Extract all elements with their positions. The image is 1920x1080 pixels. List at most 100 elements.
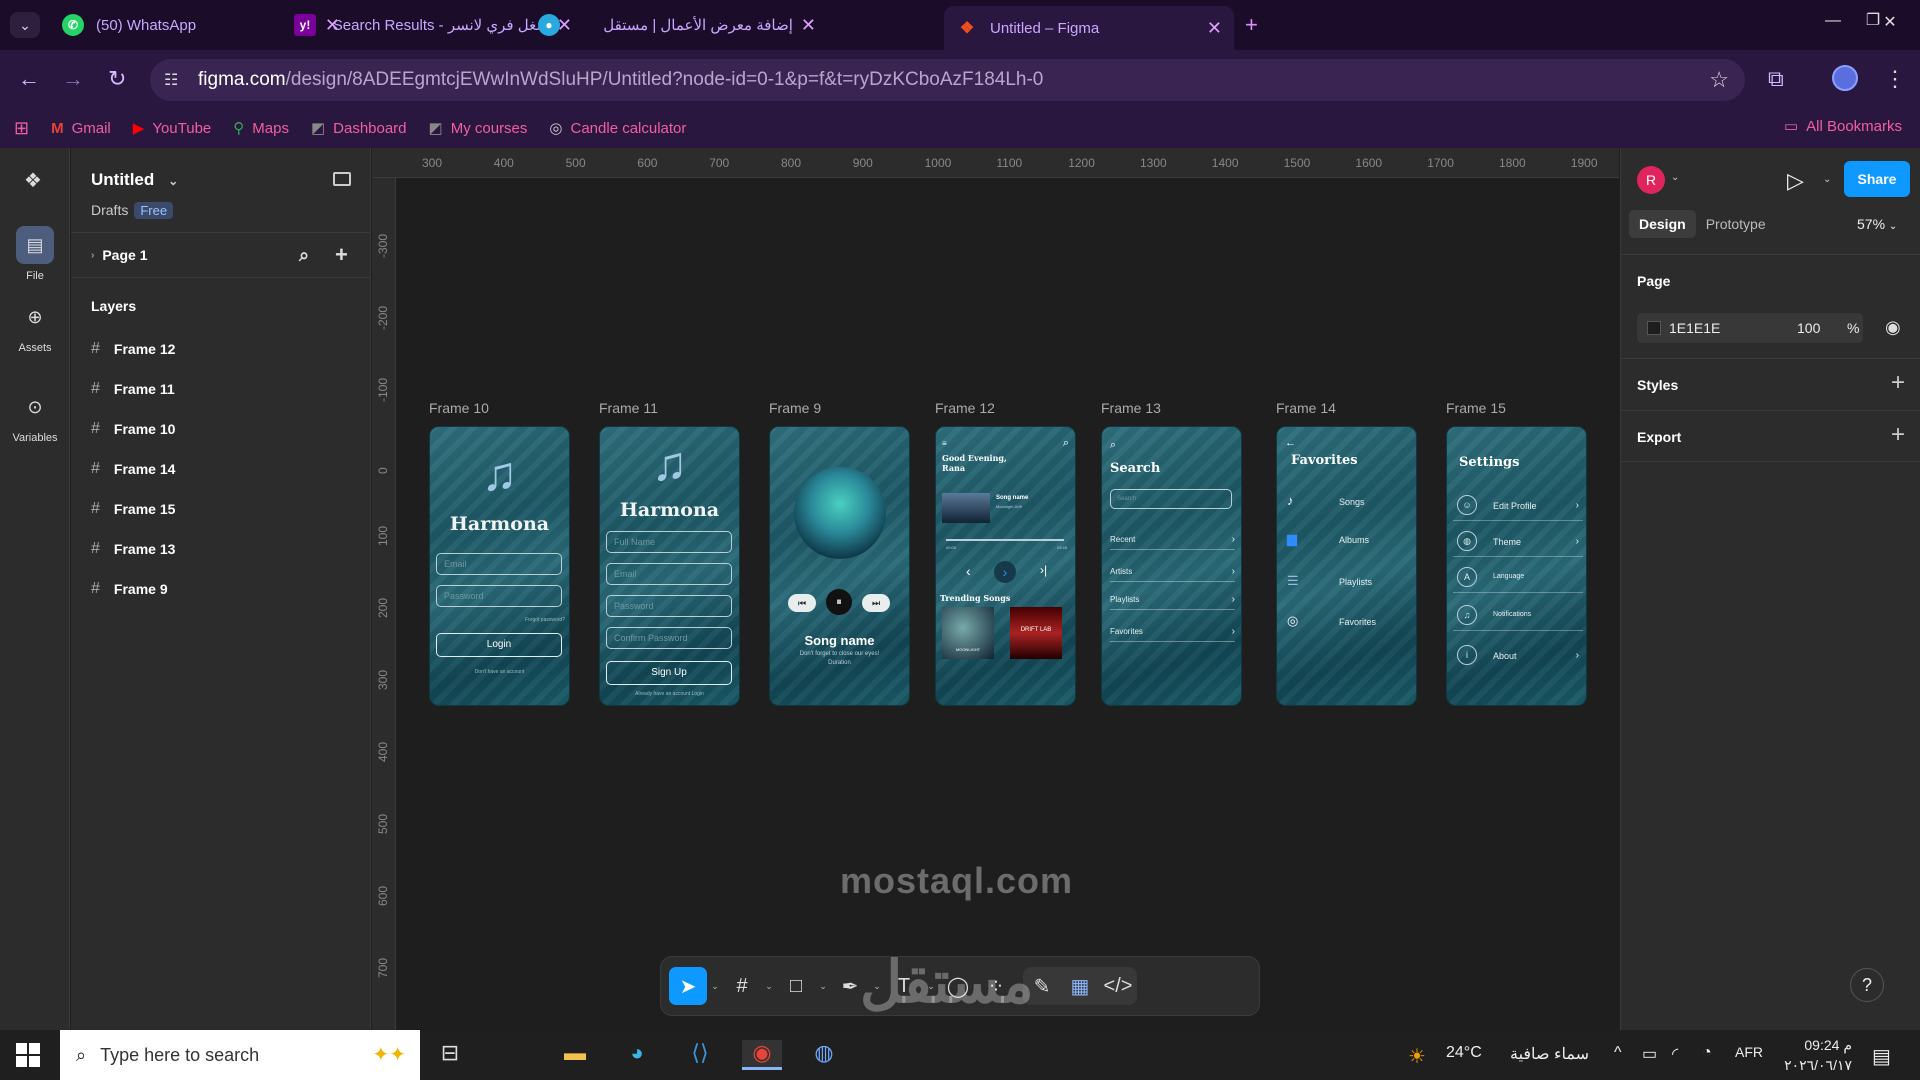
add-export-icon[interactable]: + xyxy=(1891,421,1905,449)
chevron-down-icon[interactable]: ⌄ xyxy=(815,981,831,992)
all-bookmarks[interactable]: ▭ All Bookmarks xyxy=(1784,117,1902,136)
minimize-button[interactable]: — xyxy=(1813,12,1853,30)
forward-icon[interactable]: → xyxy=(62,66,84,92)
toggle-sidebar-icon[interactable] xyxy=(333,172,351,186)
search-list-item[interactable]: Artists › xyxy=(1110,566,1235,582)
tab-figma[interactable]: ❖ Untitled – Figma ✕ xyxy=(944,6,1234,50)
notifications-icon[interactable]: ▤ xyxy=(1872,1044,1891,1069)
battery-icon[interactable]: ▭ xyxy=(1642,1044,1657,1064)
layer-item[interactable]: # Frame 14 xyxy=(91,460,175,478)
frame-14-favorites[interactable]: ← Favorites ♪ Songs ▆ Albums ☰ Playlists ◎ F… xyxy=(1276,426,1417,706)
settings-item[interactable]: i About › xyxy=(1453,645,1583,671)
design-mode-icon[interactable]: ▦ xyxy=(1061,967,1099,1005)
wifi-icon[interactable]: ◜ xyxy=(1672,1044,1678,1064)
extensions-icon[interactable]: ⧉ xyxy=(1768,66,1784,92)
app-icon[interactable]: ◍ xyxy=(804,1040,844,1070)
page-color-hex[interactable]: 1E1E1E xyxy=(1669,320,1720,336)
figma-menu-icon[interactable]: ❖ xyxy=(24,168,42,193)
new-tab-button[interactable]: + xyxy=(1245,12,1258,38)
chevron-down-icon[interactable]: ⌄ xyxy=(707,981,723,992)
chevron-down-icon[interactable]: ⌄ xyxy=(1671,172,1679,183)
previous-icon[interactable]: ‹ xyxy=(966,563,971,579)
weather-temp[interactable]: 24°C xyxy=(1446,1044,1482,1062)
hamburger-icon[interactable]: ≡ xyxy=(942,439,947,448)
frame-label[interactable]: Frame 10 xyxy=(429,400,489,416)
layer-item[interactable]: # Frame 15 xyxy=(91,500,175,518)
chevron-down-icon[interactable]: ⌄ xyxy=(1823,174,1831,185)
settings-item[interactable]: ☺ Edit Profile › xyxy=(1453,495,1583,521)
close-tab-icon[interactable]: ✕ xyxy=(1207,18,1222,39)
file-nav[interactable]: ▤ File xyxy=(0,226,70,282)
bookmark-gmail[interactable]: M Gmail xyxy=(51,120,111,137)
variables-nav[interactable]: ⊙ Variables xyxy=(0,388,70,445)
search-icon[interactable]: ⌕ xyxy=(299,245,309,266)
email-field[interactable]: Email xyxy=(436,553,562,575)
add-page-icon[interactable]: + xyxy=(335,242,348,268)
frame-label[interactable]: Frame 11 xyxy=(599,400,658,416)
chrome-icon[interactable]: ◉ xyxy=(742,1040,782,1070)
page-opacity[interactable]: 100 xyxy=(1797,320,1820,336)
bookmark-candle-calculator[interactable]: ◎ Candle calculator xyxy=(549,119,686,138)
close-tab-icon[interactable]: ✕ xyxy=(801,15,816,36)
taskbar-search[interactable]: ⌕ Type here to search ✦✦ xyxy=(60,1030,420,1080)
chevron-down-icon[interactable]: ⌄ xyxy=(761,981,777,992)
login-button[interactable]: Login xyxy=(436,633,562,657)
tab-design[interactable]: Design xyxy=(1629,210,1696,238)
password-field[interactable]: Password xyxy=(436,585,562,607)
layer-item[interactable]: # Frame 10 xyxy=(91,420,175,438)
page-selector[interactable]: › Page 1 ⌕ + xyxy=(71,232,371,278)
volume-icon[interactable]: ◔ xyxy=(1702,1044,1712,1062)
tab-search-button[interactable]: ⌄ xyxy=(10,12,40,38)
frame-9-player[interactable]: ⏮ ⏸ ⏭ Song name Don't forget to close ou… xyxy=(769,426,910,706)
close-window-button[interactable]: ✕ xyxy=(1870,12,1910,32)
site-settings-icon[interactable]: ☷ xyxy=(164,70,184,90)
eye-icon[interactable]: ◉ xyxy=(1885,317,1901,338)
frame-13-search[interactable]: ⌕ Search Search Recent › Artists › Playlis… xyxy=(1101,426,1242,706)
tab-mostaql[interactable]: ● إضافة معرض الأعمال | مستقل ✕ xyxy=(526,8,828,42)
bookmark-star-icon[interactable]: ☆ xyxy=(1709,67,1729,93)
forgot-password-link[interactable]: Forgot password? xyxy=(430,617,569,623)
layer-item[interactable]: # Frame 11 xyxy=(91,380,175,398)
search-list-item[interactable]: Playlists › xyxy=(1110,594,1235,610)
play-icon[interactable]: › xyxy=(994,561,1016,583)
bookmark-dashboard[interactable]: ◩ Dashboard xyxy=(311,119,407,138)
present-play-icon[interactable]: ▷ xyxy=(1787,168,1804,194)
help-button[interactable]: ? xyxy=(1850,968,1884,1002)
search-field[interactable]: Search xyxy=(1110,489,1232,509)
input-language[interactable]: AFR xyxy=(1735,1044,1763,1060)
frame-11-signup[interactable]: ♫ Harmona Full Name Email Password Confi… xyxy=(599,426,740,706)
frame-15-settings[interactable]: Settings ☺ Edit Profile › ◍ Theme › A Languag… xyxy=(1446,426,1587,706)
frame-label[interactable]: Frame 12 xyxy=(935,400,995,416)
edge-icon[interactable]: ◕ xyxy=(617,1040,657,1070)
user-avatar[interactable]: R xyxy=(1637,166,1665,194)
dev-mode-icon[interactable]: </> xyxy=(1099,967,1137,1005)
frame-10-login[interactable]: ♫ Harmona Email Password Forgot password… xyxy=(429,426,570,706)
progress-bar[interactable] xyxy=(946,539,1064,541)
color-swatch[interactable] xyxy=(1647,321,1661,335)
menu-kebab-icon[interactable]: ⋮ xyxy=(1884,66,1906,92)
frame-12-home[interactable]: ≡ ⌕ Good Evening, Rana Song name Moonlig… xyxy=(935,426,1076,706)
reload-icon[interactable]: ↻ xyxy=(108,66,126,92)
bookmark-my-courses[interactable]: ◩ My courses xyxy=(429,119,528,138)
apps-grid-icon[interactable]: ⊞ xyxy=(14,118,29,139)
file-name-menu[interactable]: Untitled ⌄ xyxy=(91,170,178,190)
previous-icon[interactable]: ⏮ xyxy=(788,594,816,612)
drafts-label[interactable]: Drafts xyxy=(91,202,128,218)
email-field[interactable]: Email xyxy=(606,563,732,585)
layer-item[interactable]: # Frame 9 xyxy=(91,580,168,598)
next-icon[interactable]: ⏭ xyxy=(862,594,890,612)
pause-icon[interactable]: ⏸ xyxy=(826,589,852,615)
chevron-up-icon[interactable]: ^ xyxy=(1614,1044,1622,1062)
password-field[interactable]: Password xyxy=(606,595,732,617)
frame-label[interactable]: Frame 9 xyxy=(769,400,821,416)
url-bar[interactable]: ☷ figma.com/design/8ADEEgmtcjEWwInWdSluH… xyxy=(150,59,1745,101)
settings-item[interactable]: A Language xyxy=(1453,567,1583,593)
bookmark-youtube[interactable]: ▶ YouTube xyxy=(133,119,212,138)
settings-item[interactable]: ♫ Notifications xyxy=(1453,605,1583,631)
back-icon[interactable]: ← xyxy=(18,66,40,92)
frame-label[interactable]: Frame 13 xyxy=(1101,400,1161,416)
rectangle-tool-icon[interactable]: □ xyxy=(777,967,815,1005)
settings-item[interactable]: ◍ Theme › xyxy=(1453,531,1583,557)
add-style-icon[interactable]: + xyxy=(1891,369,1905,397)
windows-start-icon[interactable] xyxy=(16,1043,40,1067)
